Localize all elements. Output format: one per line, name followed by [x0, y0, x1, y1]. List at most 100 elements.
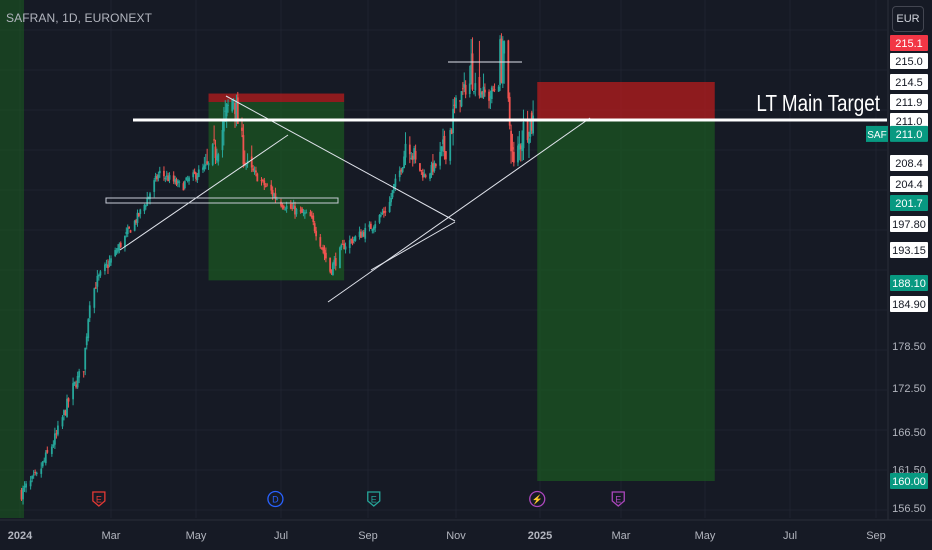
time-axis[interactable]: 2024 Mar May Jul Sep Nov 2025 Mar May Jul Sep: [0, 519, 932, 550]
candle-body: [29, 480, 32, 487]
candle-body: [295, 209, 298, 215]
price-label[interactable]: 193.15: [890, 242, 928, 258]
price-label[interactable]: 166.50: [892, 427, 926, 439]
symbol-title[interactable]: SAFRAN, 1D, EURONEXT: [6, 11, 152, 25]
candle-body: [256, 173, 259, 182]
event-marker-label: E: [371, 495, 377, 505]
candle-body: [225, 104, 228, 117]
candle-body: [211, 144, 214, 165]
candle-body: [41, 461, 44, 467]
candle-body: [93, 288, 96, 308]
price-label-text: 211.0: [896, 129, 923, 141]
candle-body: [404, 143, 407, 158]
candle-body: [344, 246, 347, 250]
target-zone[interactable]: [537, 121, 715, 481]
price-label[interactable]: 156.50: [892, 503, 926, 515]
candle-body: [512, 151, 515, 163]
time-tick-label: Sep: [866, 530, 886, 542]
price-label[interactable]: 197.80: [890, 216, 928, 232]
candle-body: [50, 446, 53, 454]
candle-body: [104, 264, 106, 272]
candle-body: [332, 263, 334, 275]
candle-body: [217, 154, 220, 162]
price-label[interactable]: 178.50: [892, 341, 926, 353]
candle-body: [280, 201, 282, 206]
candle-body: [334, 257, 337, 266]
candle-body: [374, 224, 377, 229]
candle-body: [78, 371, 81, 378]
price-label[interactable]: 214.5: [890, 74, 928, 90]
price-label[interactable]: 211.0 SAF: [866, 125, 928, 142]
candle-body: [128, 226, 131, 229]
candle-body: [158, 170, 161, 174]
candle-body: [96, 275, 99, 287]
candle-body: [284, 209, 287, 211]
candle-body: [44, 452, 47, 464]
price-label-text: 201.7: [895, 198, 923, 210]
candle-body: [73, 381, 76, 385]
stop-zone[interactable]: [537, 82, 715, 121]
candle-body: [507, 40, 510, 99]
candle-body: [178, 181, 181, 183]
event-marker[interactable]: ⚡: [529, 490, 546, 508]
price-label[interactable]: 172.50: [892, 383, 926, 395]
candle-body: [325, 252, 327, 259]
candle-body: [414, 150, 417, 160]
candle-body: [394, 178, 397, 187]
candle-body: [305, 212, 308, 214]
candle-body: [275, 199, 278, 201]
candle-body: [319, 237, 322, 247]
time-tick-label: Sep: [358, 530, 378, 542]
candle-body: [35, 472, 38, 475]
target-label: LT Main Target: [756, 91, 880, 116]
candle-body: [408, 144, 411, 155]
candle-body: [443, 135, 446, 152]
candle-body: [354, 236, 357, 241]
candle-body: [227, 104, 229, 106]
candle-body: [439, 151, 442, 166]
candle-body: [391, 190, 394, 198]
price-label[interactable]: 184.90: [890, 296, 928, 312]
price-label[interactable]: 215.1: [890, 35, 928, 51]
candle-body: [497, 86, 500, 92]
candle-body: [384, 211, 387, 213]
candle-body: [114, 250, 117, 256]
event-marker[interactable]: D: [267, 490, 284, 508]
price-label-text: 178.50: [892, 341, 926, 353]
candle-body: [424, 175, 427, 177]
price-label[interactable]: 201.7: [890, 195, 928, 211]
candle-body: [99, 271, 102, 276]
time-tick-label: May: [695, 530, 716, 542]
price-label[interactable]: 188.10: [890, 275, 928, 291]
candle-body: [88, 305, 91, 318]
candle-body: [263, 180, 266, 186]
candle-body: [490, 87, 493, 99]
candle-body: [52, 444, 55, 447]
candle-body: [313, 223, 316, 232]
price-label[interactable]: 204.4: [890, 176, 928, 192]
candle-body: [526, 118, 529, 141]
candle-body: [153, 180, 156, 192]
price-label-text: 184.90: [892, 299, 926, 311]
price-label-text: 193.15: [892, 245, 926, 257]
candle-body: [242, 135, 245, 165]
candle-body: [94, 287, 97, 289]
price-chart[interactable]: LT Main Target E D E ⚡ E 215.1 215.0 214.5 211.9 2…: [0, 0, 932, 550]
currency-button[interactable]: EUR: [892, 6, 924, 32]
price-label-text: 215.0: [895, 56, 923, 68]
candle-body: [40, 468, 43, 474]
candle-body: [464, 84, 467, 95]
price-label[interactable]: 215.0: [890, 53, 928, 69]
time-tick-label: Mar: [102, 530, 121, 542]
candle-body: [76, 375, 79, 388]
price-label-text: 166.50: [892, 427, 926, 439]
candle-body: [87, 319, 90, 339]
position-tool-2[interactable]: [537, 82, 715, 481]
price-label[interactable]: 208.4: [890, 155, 928, 171]
price-label[interactable]: 211.9: [890, 94, 928, 110]
price-label-text: 211.9: [896, 97, 923, 109]
candle-body: [25, 483, 27, 488]
candle-body: [213, 139, 216, 141]
price-label[interactable]: 160.00: [890, 473, 928, 489]
candle-body: [471, 53, 474, 90]
